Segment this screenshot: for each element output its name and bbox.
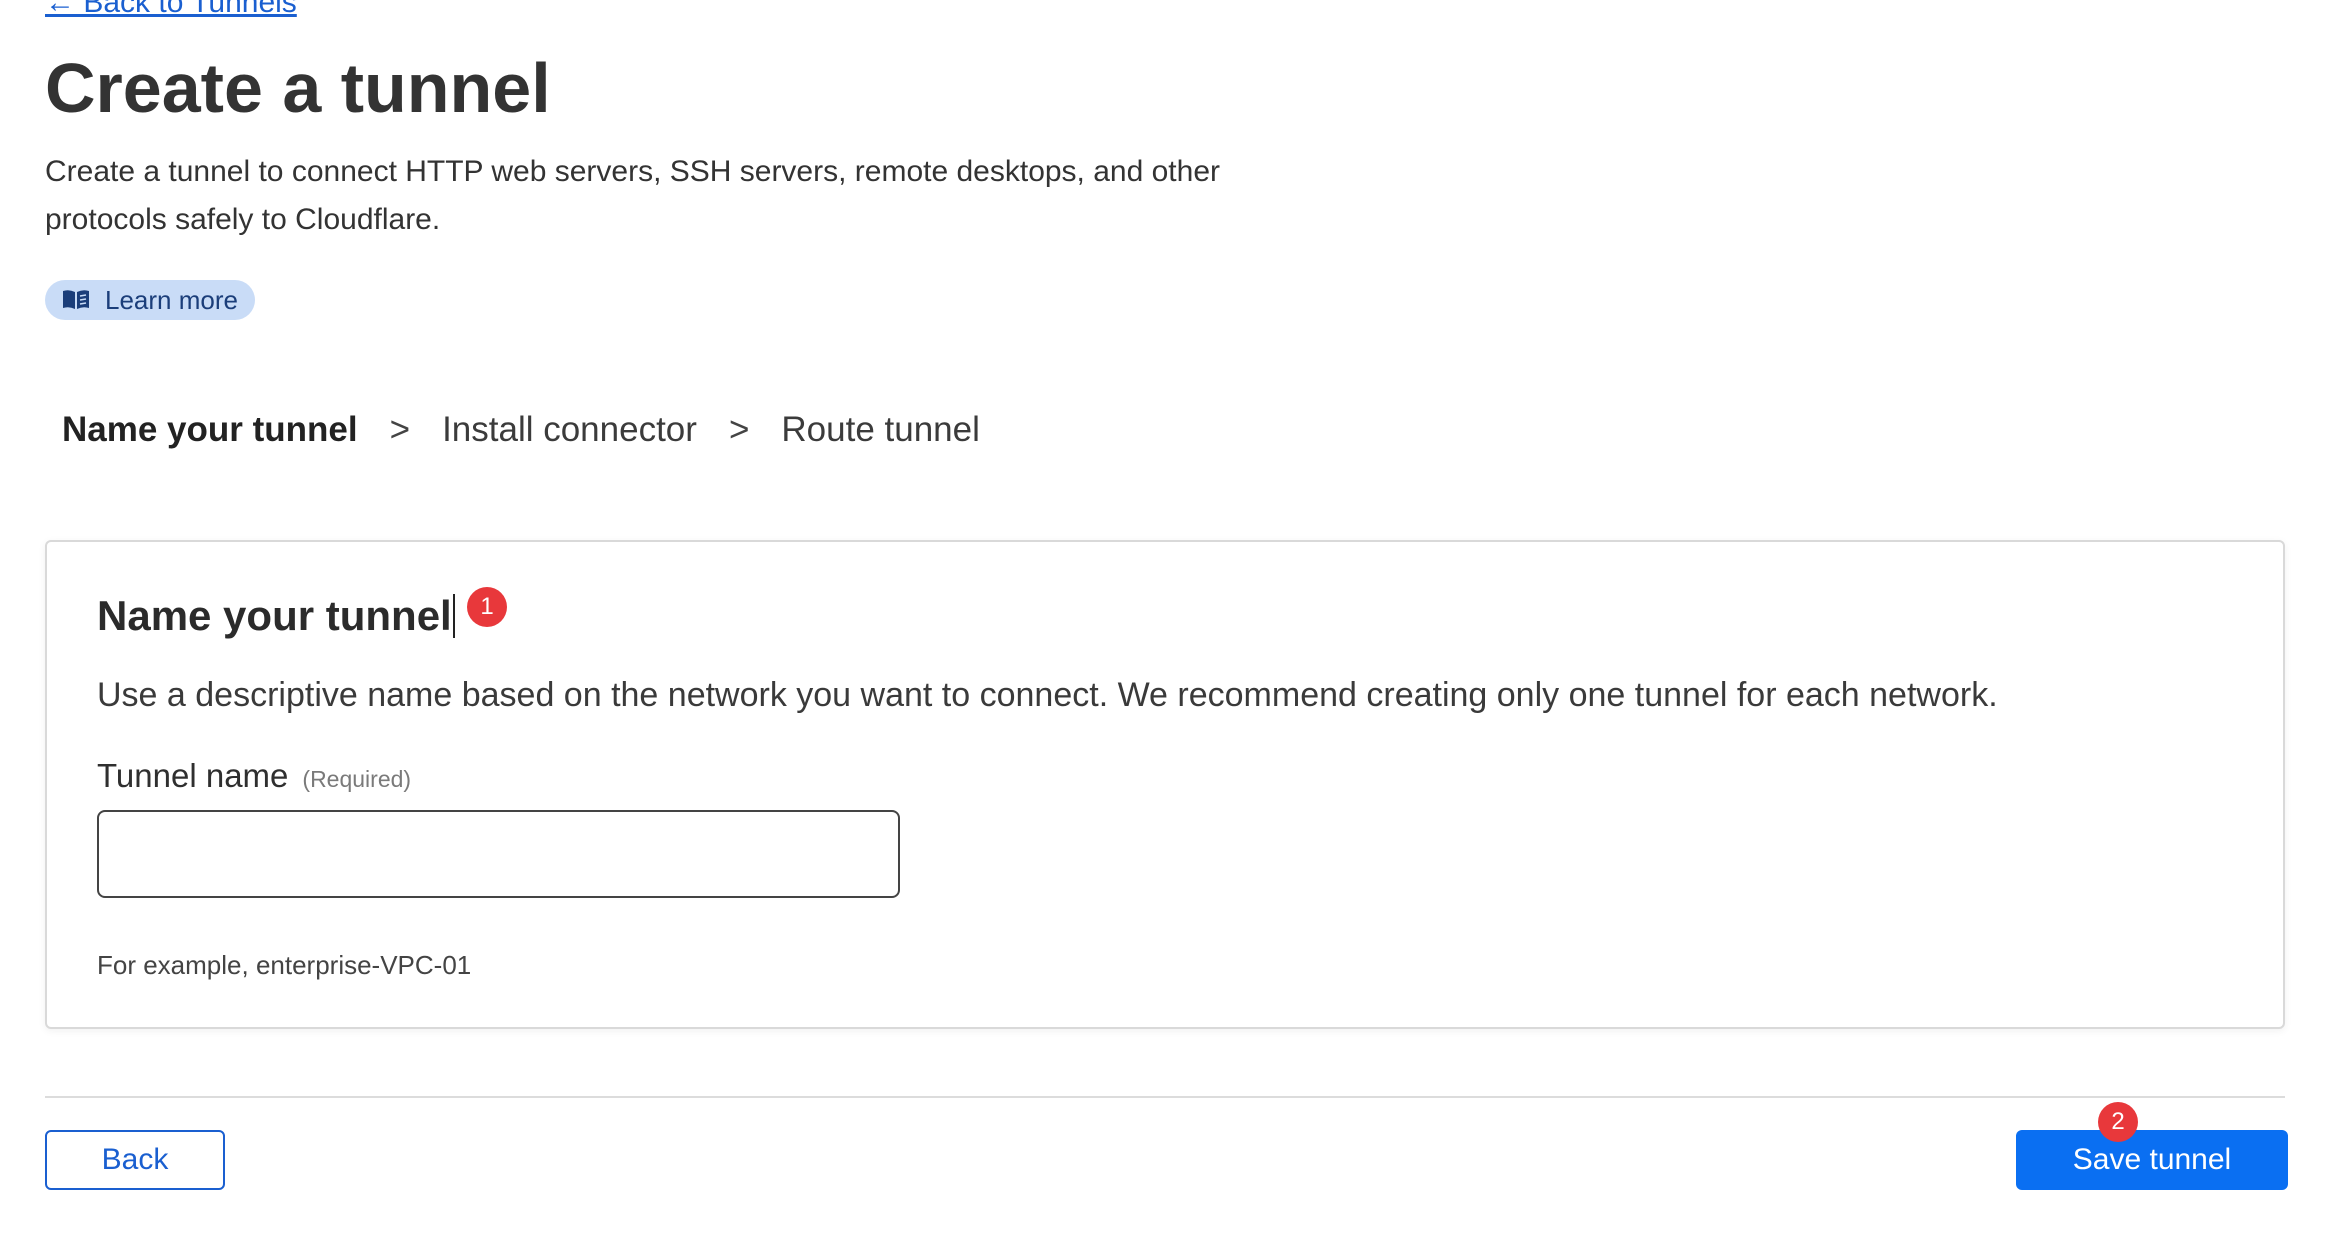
required-indicator: (Required) bbox=[302, 766, 412, 792]
create-tunnel-page: ← Back to Tunnels Create a tunnel Create… bbox=[0, 0, 2336, 1252]
step-separator: > bbox=[728, 410, 750, 449]
annotation-badge-1: 1 bbox=[467, 587, 507, 627]
learn-more-button[interactable]: Learn more bbox=[45, 280, 255, 320]
save-tunnel-button[interactable]: Save tunnel bbox=[2016, 1130, 2288, 1190]
learn-more-label: Learn more bbox=[105, 284, 238, 315]
step-install-connector: Install connector bbox=[442, 410, 697, 449]
tunnel-name-label-text: Tunnel name bbox=[97, 757, 289, 794]
page-description: Create a tunnel to connect HTTP web serv… bbox=[45, 155, 1220, 236]
step-route-tunnel: Route tunnel bbox=[781, 410, 980, 449]
card-title-text: Name your tunnel bbox=[97, 592, 452, 639]
footer-divider bbox=[45, 1096, 2285, 1098]
tunnel-name-label: Tunnel name (Required) bbox=[97, 757, 411, 795]
back-button[interactable]: Back bbox=[45, 1130, 225, 1190]
tunnel-name-input[interactable] bbox=[97, 810, 900, 898]
name-tunnel-card: Name your tunnel 1 Use a descriptive nam… bbox=[45, 540, 2285, 1029]
text-cursor bbox=[452, 594, 455, 638]
annotation-badge-2: 2 bbox=[2098, 1102, 2138, 1142]
step-separator: > bbox=[389, 410, 411, 449]
book-icon bbox=[61, 288, 91, 312]
page-title: Create a tunnel bbox=[45, 49, 551, 127]
wizard-steps: Name your tunnel > Install connector > R… bbox=[62, 410, 980, 450]
card-description: Use a descriptive name based on the netw… bbox=[97, 676, 1998, 714]
step-name-your-tunnel: Name your tunnel bbox=[62, 410, 358, 449]
card-title: Name your tunnel bbox=[97, 592, 455, 640]
back-to-tunnels-link[interactable]: ← Back to Tunnels bbox=[45, 0, 297, 20]
tunnel-name-helper: For example, enterprise-VPC-01 bbox=[97, 950, 472, 980]
